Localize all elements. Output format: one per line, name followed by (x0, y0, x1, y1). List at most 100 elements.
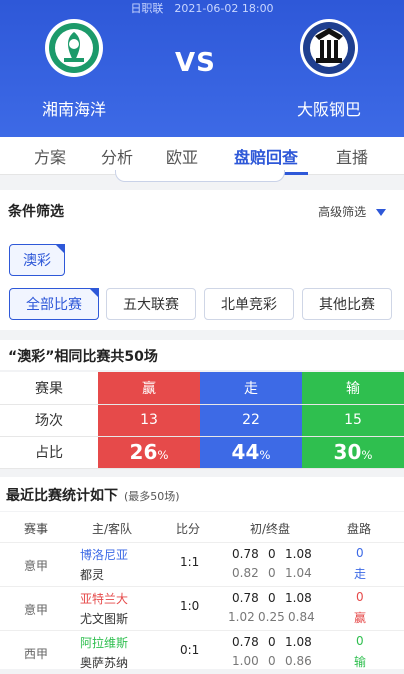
header-score: 比分 (176, 522, 201, 536)
count-win: 13 (98, 404, 200, 437)
summary-row-pct: 占比 26% 44% 30% (0, 436, 404, 469)
scope-chip-all[interactable]: 全部比赛 (9, 288, 99, 320)
row-label: 赛果 (0, 372, 98, 405)
odds-init-home: 0.78 (232, 635, 259, 649)
recent-title-text: 最近比赛统计如下 (6, 488, 118, 504)
company-chip-label: 澳彩 (23, 253, 51, 269)
away-team-link[interactable]: 奥萨苏纳 (80, 654, 128, 671)
odds-final-home: 1.00 (232, 654, 259, 668)
odds-final-line: 0.25 (258, 610, 285, 624)
home-team-link[interactable]: 亚特兰大 (80, 590, 128, 607)
selected-corner-icon (55, 244, 65, 254)
odds-init-line: 0 (268, 547, 276, 561)
away-team[interactable]: 大阪钢巴 (274, 18, 384, 120)
header-odds: 初/终盘 (250, 522, 291, 536)
away-team-link[interactable]: 都灵 (80, 566, 104, 583)
bellmare-crest-icon (45, 19, 103, 77)
recent-note: (最多50场) (124, 490, 180, 503)
odds-final-away: 0.84 (288, 610, 315, 624)
scope-chip-other[interactable]: 其他比赛 (302, 288, 392, 320)
summary-table: 赛果 赢 走 输 场次 13 22 15 占比 26% 44% 30% (0, 372, 404, 469)
pct-loss: 30% (302, 436, 404, 469)
match-score: 0:1 (180, 643, 200, 657)
pct-loss-value: 30 (333, 440, 362, 464)
scope-chip-label: 北单竞彩 (221, 297, 277, 313)
header-league: 赛事 (24, 522, 49, 536)
tab-live[interactable]: 直播 (336, 144, 368, 168)
match-header: 日职联 2021-06-02 18:00 湘南海洋 VS 大阪钢巴 (0, 0, 404, 137)
caret-down-icon (376, 209, 386, 216)
match-score: 1:0 (180, 599, 200, 613)
vs-label: VS (175, 48, 216, 78)
table-row[interactable]: 意甲 博洛尼亚 都灵 1:1 0.78 0 1.08 0.82 0 1.04 0… (0, 542, 404, 586)
recent-title: 最近比赛统计如下 (最多50场) (0, 477, 404, 511)
tab-odds-review[interactable]: 盘赔回查 (234, 144, 298, 168)
handicap-result: 赢 (354, 611, 367, 625)
handicap-value: 0 (356, 546, 364, 560)
away-team-link[interactable]: 尤文图斯 (80, 610, 128, 627)
list-header: 赛事 主/客队 比分 初/终盘 盘路 (0, 512, 404, 542)
away-team-name: 大阪钢巴 (296, 100, 361, 119)
pct-draw: 44% (200, 436, 302, 469)
handicap-result: 输 (354, 655, 367, 669)
gamba-crest-icon (300, 19, 358, 77)
odds-final-line: 0 (268, 566, 276, 580)
scope-chip-label: 其他比赛 (319, 297, 375, 313)
header-handicap: 盘路 (347, 522, 372, 536)
count-loss: 15 (302, 404, 404, 437)
odds-final-away: 0.86 (285, 654, 312, 668)
summary-row-result: 赛果 赢 走 输 (0, 372, 404, 405)
odds-init-line: 0 (268, 635, 276, 649)
scope-chip-label: 五大联赛 (123, 297, 179, 313)
tab-plan[interactable]: 方案 (34, 144, 66, 168)
collapse-handle[interactable] (115, 170, 285, 182)
header-teams: 主/客队 (92, 522, 133, 536)
summary-row-count: 场次 13 22 15 (0, 404, 404, 437)
home-team-link[interactable]: 博洛尼亚 (80, 546, 128, 563)
tab-euro-asian[interactable]: 欧亚 (166, 144, 198, 168)
advanced-filter-label: 高级筛选 (318, 205, 367, 219)
odds-init-home: 0.78 (232, 547, 259, 561)
home-team[interactable]: 湘南海洋 (19, 18, 129, 120)
scope-chip-beidan[interactable]: 北单竞彩 (204, 288, 294, 320)
pct-unit: % (157, 448, 169, 462)
table-row[interactable]: 意甲 亚特兰大 尤文图斯 1:0 0.78 0 1.08 1.02 0.25 0… (0, 586, 404, 630)
pct-unit: % (361, 448, 373, 462)
odds-init-away: 1.08 (285, 591, 312, 605)
pct-win: 26% (98, 436, 200, 469)
row-label: 场次 (0, 404, 98, 437)
home-team-link[interactable]: 阿拉维斯 (80, 634, 128, 651)
tab-analysis[interactable]: 分析 (101, 144, 133, 168)
summary-title: “澳彩”相同比赛共50场 (0, 340, 404, 370)
league-name: 意甲 (24, 603, 49, 617)
odds-init-away: 1.08 (285, 547, 312, 561)
league-name: 意甲 (24, 559, 49, 573)
result-win: 赢 (98, 372, 200, 405)
result-draw: 走 (200, 372, 302, 405)
odds-init-away: 1.08 (285, 635, 312, 649)
league-name: 西甲 (24, 647, 49, 661)
handicap-value: 0 (356, 590, 364, 604)
recent-matches-list: 赛事 主/客队 比分 初/终盘 盘路 意甲 博洛尼亚 都灵 1:1 0.78 0… (0, 512, 404, 670)
filter-panel: 条件筛选 高级筛选 澳彩 全部比赛 五大联赛 北单竞彩 其他比赛 (0, 190, 404, 330)
advanced-filter-button[interactable]: 高级筛选 (318, 203, 386, 220)
match-info: 日职联 2021-06-02 18:00 (130, 2, 274, 15)
count-draw: 22 (200, 404, 302, 437)
result-loss: 输 (302, 372, 404, 405)
odds-final-away: 1.04 (285, 566, 312, 580)
scope-chip-five-leagues[interactable]: 五大联赛 (106, 288, 196, 320)
table-row[interactable]: 西甲 阿拉维斯 奥萨苏纳 0:1 0.78 0 1.08 1.00 0 0.86… (0, 630, 404, 674)
odds-final-home: 1.02 (228, 610, 255, 624)
pct-win-value: 26 (129, 440, 158, 464)
match-score: 1:1 (180, 555, 200, 569)
handicap-result: 走 (354, 567, 367, 581)
pct-draw-value: 44 (231, 440, 260, 464)
odds-final-home: 0.82 (232, 566, 259, 580)
selected-corner-icon (89, 288, 99, 298)
pct-unit: % (259, 448, 271, 462)
filter-title: 条件筛选 (8, 204, 64, 220)
odds-init-line: 0 (268, 591, 276, 605)
odds-final-line: 0 (268, 654, 276, 668)
scope-chip-label: 全部比赛 (26, 297, 82, 313)
company-chip[interactable]: 澳彩 (9, 244, 65, 276)
